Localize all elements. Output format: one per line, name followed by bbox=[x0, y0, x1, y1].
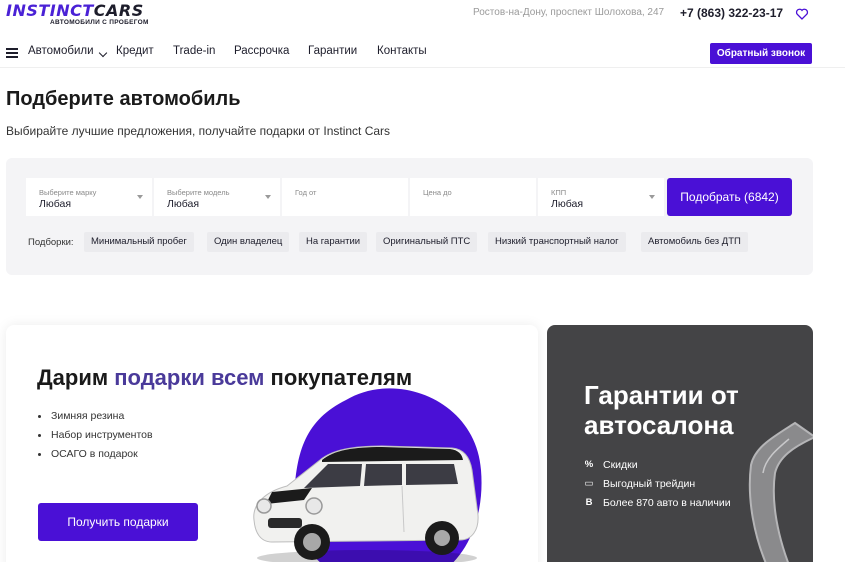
list-item: B Более 870 авто в наличии bbox=[584, 497, 731, 516]
logo-part2: CARS bbox=[93, 1, 144, 20]
tag-under-warranty[interactable]: На гарантии bbox=[299, 232, 368, 252]
callback-button[interactable]: Обратный звонок bbox=[710, 43, 812, 64]
get-gifts-button[interactable]: Получить подарки bbox=[38, 503, 198, 541]
nav-item-credit[interactable]: Кредит bbox=[116, 45, 154, 57]
promo-title-accent: подарки всем bbox=[114, 365, 265, 390]
tag-low-mileage[interactable]: Минимальный пробег bbox=[84, 232, 194, 252]
phone-link[interactable]: +7 (863) 322-23-17 bbox=[680, 6, 783, 20]
brand-select[interactable]: Выберите марку Любая bbox=[26, 178, 152, 216]
warranty-item-label: Скидки bbox=[603, 459, 638, 471]
tag-no-accidents[interactable]: Автомобиль без ДТП bbox=[641, 232, 748, 252]
percent-icon: % bbox=[584, 459, 594, 470]
burger-icon[interactable] bbox=[6, 48, 18, 58]
brand-select-value: Любая bbox=[39, 198, 72, 210]
list-item: Зимняя резина bbox=[37, 410, 153, 429]
year-from-label: Год от bbox=[295, 188, 317, 197]
transmission-select-value: Любая bbox=[551, 198, 584, 210]
address: Ростов-на-Дону, проспект Шолохова, 247 bbox=[473, 7, 665, 18]
search-submit-button[interactable]: Подобрать (6842) bbox=[667, 178, 792, 216]
page-subtitle: Выбирайте лучшие предложения, получайте … bbox=[6, 124, 391, 138]
transmission-select-label: КПП bbox=[551, 188, 567, 197]
nav-item-contacts[interactable]: Контакты bbox=[377, 45, 427, 57]
list-item: Набор инструментов bbox=[37, 429, 153, 448]
transmission-select[interactable]: КПП Любая bbox=[538, 178, 664, 216]
b-letter-icon: B bbox=[585, 497, 593, 508]
dropdown-arrow-icon bbox=[137, 195, 143, 199]
list-item: % Скидки bbox=[584, 459, 731, 478]
gifts-promo-card: Дарим подарки всем покупателям Зимняя ре… bbox=[6, 325, 538, 562]
tag-original-pts[interactable]: Оригинальный ПТС bbox=[376, 232, 478, 252]
warranty-card: Гарантии от автосалона % Скидки ▭ Выгодн… bbox=[547, 325, 813, 562]
model-select-label: Выберите модель bbox=[167, 188, 230, 197]
top-header: INSTINCTCARS АВТОМОБИЛИ С ПРОБЕГОМ Росто… bbox=[0, 0, 845, 34]
tag-one-owner[interactable]: Один владелец bbox=[207, 232, 290, 252]
model-select[interactable]: Выберите модель Любая bbox=[154, 178, 280, 216]
chevron-down-icon[interactable] bbox=[98, 48, 108, 58]
brand-select-label: Выберите марку bbox=[39, 188, 97, 197]
logo-part1: INSTINCT bbox=[6, 1, 94, 20]
price-to-label: Цена до bbox=[423, 188, 452, 197]
nav-item-cars[interactable]: Автомобили bbox=[28, 45, 94, 57]
model-select-value: Любая bbox=[167, 198, 200, 210]
nav-item-trade-in[interactable]: Trade-in bbox=[173, 45, 215, 57]
nav-item-installment[interactable]: Рассрочка bbox=[234, 45, 289, 57]
list-item: ▭ Выгодный трейдин bbox=[584, 478, 731, 497]
logo-subtitle: АВТОМОБИЛИ С ПРОБЕГОМ bbox=[50, 19, 149, 26]
document-icon: ▭ bbox=[584, 478, 594, 489]
price-to-input[interactable]: Цена до bbox=[410, 178, 536, 216]
promo-list: Зимняя резина Набор инструментов ОСАГО в… bbox=[37, 410, 153, 467]
tag-low-tax[interactable]: Низкий транспортный налог bbox=[488, 232, 626, 252]
list-item: ОСАГО в подарок bbox=[37, 448, 153, 467]
dropdown-arrow-icon bbox=[265, 195, 271, 199]
nav-item-warranty[interactable]: Гарантии bbox=[308, 45, 357, 57]
car-image bbox=[253, 445, 479, 562]
tags-label: Подборки: bbox=[28, 237, 74, 248]
car-filter-panel: Выберите марку Любая Выберите модель Люб… bbox=[6, 158, 813, 275]
page-title: Подберите автомобиль bbox=[6, 88, 241, 110]
warranty-item-label: Выгодный трейдин bbox=[603, 478, 696, 490]
year-from-input[interactable]: Год от bbox=[282, 178, 408, 216]
warranty-list: % Скидки ▭ Выгодный трейдин B Более 870 … bbox=[584, 459, 731, 516]
dropdown-arrow-icon bbox=[649, 195, 655, 199]
promo-title-part2: покупателям bbox=[264, 365, 413, 390]
promo-title: Дарим подарки всем покупателям bbox=[37, 365, 412, 391]
logo-text: INSTINCTCARS bbox=[6, 2, 149, 20]
warranty-item-label: Более 870 авто в наличии bbox=[603, 497, 731, 509]
warranty-title: Гарантии от автосалона bbox=[584, 380, 739, 440]
main-nav: Автомобили Кредит Trade-in Рассрочка Гар… bbox=[0, 38, 845, 68]
heart-icon[interactable] bbox=[795, 7, 809, 21]
promo-title-part1: Дарим bbox=[37, 365, 115, 390]
logo[interactable]: INSTINCTCARS АВТОМОБИЛИ С ПРОБЕГОМ bbox=[6, 2, 149, 27]
